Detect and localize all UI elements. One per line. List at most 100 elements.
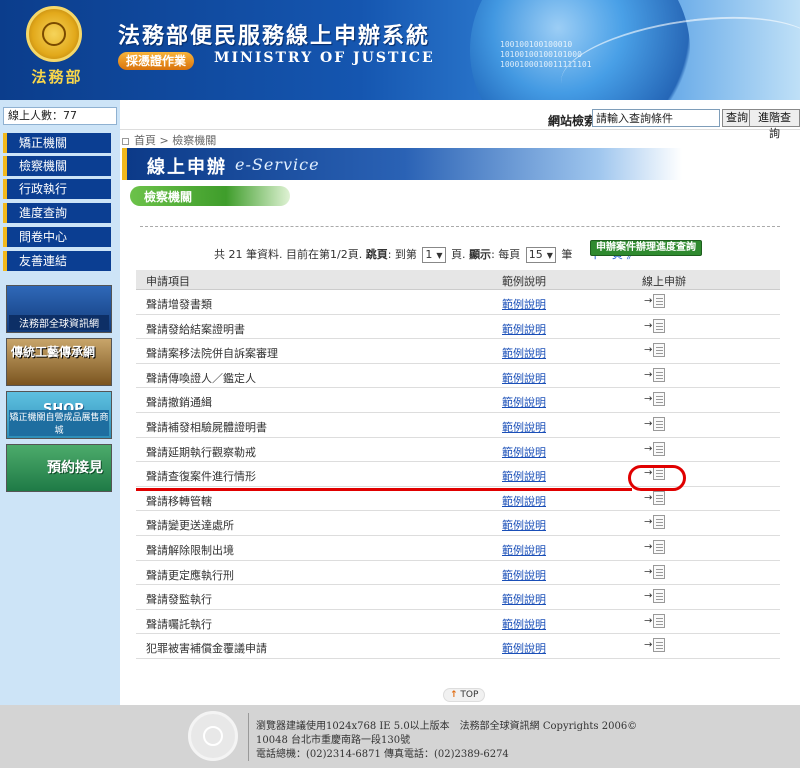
online-apply-button[interactable]: →: [644, 638, 666, 654]
sidebar-item-links[interactable]: 友善連結: [3, 251, 111, 271]
document-icon: [653, 392, 666, 407]
application-item-name: 聲請補發相驗屍體證明書: [146, 420, 267, 434]
binary-decoration: 100100100100010 10100100100101000 100010…: [500, 40, 592, 69]
example-link[interactable]: 範例說明: [502, 517, 546, 533]
document-icon: [653, 613, 666, 628]
example-link[interactable]: 範例說明: [502, 567, 546, 583]
table-row: 犯罪被害補償金覆議申請 範例說明 →: [136, 634, 780, 659]
application-item-name: 聲請發監執行: [146, 593, 212, 607]
banner-moj-portal[interactable]: 法務部全球資訊網: [6, 285, 112, 333]
online-apply-button[interactable]: →: [644, 539, 666, 556]
seal-icon: [26, 6, 82, 62]
per-page-select[interactable]: 15 ▼: [525, 247, 556, 263]
section-title-text: 檢察機關: [144, 190, 193, 204]
application-item-name: 聲請查復案件進行情形: [146, 470, 256, 484]
search-input[interactable]: [592, 109, 720, 127]
document-icon: [653, 441, 666, 456]
online-apply-button[interactable]: →: [644, 416, 666, 433]
online-apply-button[interactable]: →: [644, 490, 666, 507]
banner-shop[interactable]: SHOP 矯正機關自營成品展售商城: [6, 391, 112, 439]
sidebar-item-prosecutors[interactable]: 檢察機關: [3, 156, 111, 176]
total-count: 21: [228, 248, 243, 261]
jump-label: 跳頁: [365, 248, 388, 261]
table-header: 申請項目 範例說明 線上申辦: [136, 270, 780, 290]
example-link[interactable]: 範例說明: [502, 419, 546, 435]
square-bullet-icon: [122, 137, 129, 145]
eservice-banner: 線上申辦 e-Service: [122, 148, 682, 180]
pagination: 共 21 筆資料. 目前在第1/2頁. 跳頁: 到第 1 ▼ 頁. 顯示: 每頁 …: [214, 246, 637, 263]
example-link[interactable]: 範例說明: [502, 370, 546, 386]
sidebar-item-enforcement[interactable]: 行政執行: [3, 179, 111, 199]
application-item-name: 犯罪被害補償金覆議申請: [146, 642, 267, 656]
online-apply-button[interactable]: →: [644, 318, 666, 335]
online-visitors: 線上人數：77: [3, 107, 117, 125]
example-link[interactable]: 範例說明: [502, 493, 546, 509]
table-row: 聲請撤銷通緝 範例說明 →: [136, 388, 780, 413]
banner-craft[interactable]: 傳統工藝傳承網: [6, 338, 112, 386]
back-to-top-link[interactable]: ↑ TOP: [443, 688, 486, 702]
sidebar-item-progress[interactable]: 進度查詢: [3, 203, 111, 223]
table-row: 聲請傳喚證人／鑑定人 範例說明 →: [136, 364, 780, 389]
arrow-right-icon: →: [644, 320, 653, 332]
online-apply-button[interactable]: →: [644, 294, 666, 310]
header-apply: 線上申辦: [642, 275, 686, 288]
arrow-right-icon: →: [644, 418, 653, 430]
online-apply-button[interactable]: →: [644, 613, 666, 630]
online-apply-button[interactable]: →: [644, 367, 666, 384]
main-content: 網站檢索 查詢 進階查詢 首頁 > 檢察機關 線上申辦 e-Service 檢察…: [120, 100, 800, 705]
table-row: 聲請解除限制出境 範例說明 →: [136, 536, 780, 561]
left-sidebar: 線上人數：77 矯正機關 檢察機關 行政執行 進度查詢 問卷中心 友善連結 法務…: [0, 100, 120, 705]
banner-visit[interactable]: 預約接見: [6, 444, 112, 492]
certificate-badge: 採憑證作業: [118, 52, 195, 70]
sidebar-item-corrections[interactable]: 矯正機關: [3, 133, 111, 153]
annotation-circle: [628, 465, 686, 491]
example-link[interactable]: 範例說明: [502, 640, 546, 656]
example-link[interactable]: 範例說明: [502, 444, 546, 460]
example-link[interactable]: 範例說明: [502, 468, 546, 484]
example-link[interactable]: 範例說明: [502, 394, 546, 410]
online-apply-button[interactable]: →: [644, 515, 666, 531]
application-item-name: 聲請變更送達處所: [146, 519, 234, 533]
breadcrumb-text[interactable]: 首頁 > 檢察機關: [134, 134, 216, 147]
application-item-name: 聲請解除限制出境: [146, 543, 234, 557]
banner-moj-portal-label: 法務部全球資訊網: [9, 315, 109, 330]
breadcrumb: 首頁 > 檢察機關: [122, 132, 216, 148]
site-header: 100100100100010 10100100100101000 100010…: [0, 0, 800, 100]
advanced-search-button[interactable]: 進階查詢: [749, 109, 800, 140]
online-apply-button[interactable]: →: [644, 343, 666, 359]
example-link[interactable]: 範例說明: [502, 296, 546, 312]
banner-visit-label: 預約接見: [47, 460, 103, 476]
example-link[interactable]: 範例說明: [502, 591, 546, 607]
arrow-right-icon: →: [644, 566, 653, 578]
eservice-subtitle: e-Service: [235, 155, 320, 174]
example-link[interactable]: 範例說明: [502, 542, 546, 558]
display-label: 顯示: [469, 248, 492, 261]
table-row: 聲請增發書類 範例說明 →: [136, 290, 780, 315]
site-footer: 瀏覽器建議使用1024x768 IE 5.0以上版本 法務部全球資訊網 Copy…: [0, 705, 800, 768]
page-select[interactable]: 1 ▼: [422, 247, 446, 263]
application-item-name: 聲請延期執行觀察勒戒: [146, 445, 256, 459]
ministry-name: MINISTRY OF JUSTICE: [214, 50, 435, 66]
online-apply-button[interactable]: →: [644, 392, 666, 408]
application-item-name: 聲請囑託執行: [146, 617, 212, 631]
footer-phone: 電話總機：(02)2314-6871 傳真電話：(02)2389-6274: [256, 749, 509, 760]
annotation-underline: [136, 488, 632, 491]
online-apply-button[interactable]: →: [644, 564, 666, 581]
application-table: 申請項目 範例說明 線上申辦 聲請增發書類 範例說明 → 聲請發給結案證明書 範例說明 →…: [136, 270, 780, 659]
document-icon: [653, 515, 666, 530]
arrow-right-icon: →: [644, 443, 653, 455]
sidebar-item-survey[interactable]: 問卷中心: [3, 227, 111, 247]
online-apply-button[interactable]: →: [644, 589, 666, 605]
document-icon: [653, 564, 666, 579]
document-icon: [653, 294, 666, 308]
search-button[interactable]: 查詢: [722, 109, 752, 127]
arrow-up-icon: ↑: [450, 690, 458, 700]
case-progress-button[interactable]: 申辦案件辦理進度查詢: [590, 240, 702, 256]
document-icon: [653, 589, 666, 604]
example-link[interactable]: 範例說明: [502, 616, 546, 632]
emblem-label: 法務部: [31, 68, 83, 86]
online-apply-button[interactable]: →: [644, 441, 666, 458]
moj-emblem[interactable]: 法務部: [14, 6, 96, 94]
example-link[interactable]: 範例說明: [502, 321, 546, 337]
example-link[interactable]: 範例說明: [502, 345, 546, 361]
